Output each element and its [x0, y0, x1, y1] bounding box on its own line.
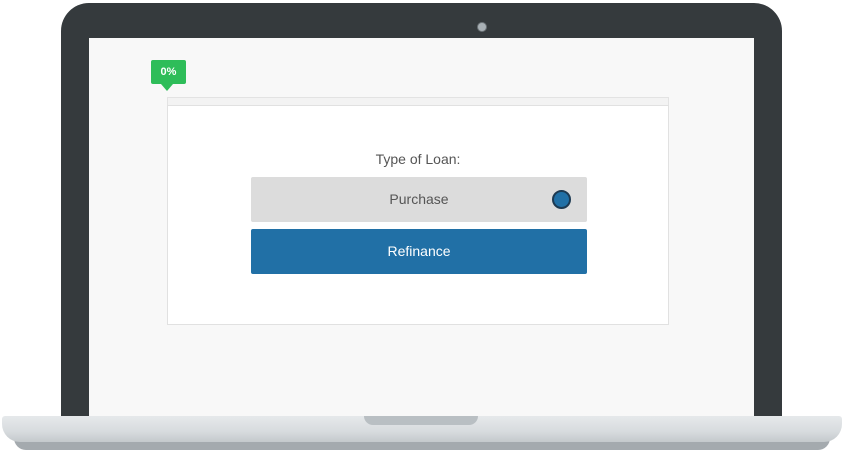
question-label: Type of Loan: [375, 151, 461, 167]
loan-form-card: Type of Loan: Purchase Refinance [167, 105, 669, 325]
camera-icon [477, 22, 487, 32]
refinance-option-button[interactable]: Refinance [251, 229, 587, 274]
laptop-base-notch [364, 416, 478, 425]
progress-badge: 0% [151, 60, 186, 91]
purchase-option-label: Purchase [389, 191, 449, 207]
refinance-option-label: Refinance [387, 243, 451, 259]
laptop-screen: 0% Type of Loan: Purchase Refinance [89, 38, 754, 418]
purchase-option-button[interactable]: Purchase [251, 177, 587, 222]
radio-dot-icon [552, 190, 571, 209]
laptop-mockup: 0% Type of Loan: Purchase Refinance [0, 0, 850, 453]
progress-bar [167, 97, 669, 105]
